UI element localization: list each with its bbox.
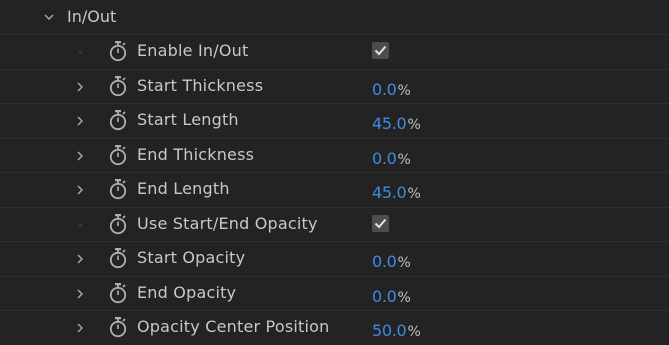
property-label: Start Length xyxy=(137,110,239,129)
property-label: Use Start/End Opacity xyxy=(137,213,318,233)
property-value[interactable]: 0.0% xyxy=(372,149,411,168)
property-value[interactable]: 0.0% xyxy=(372,80,411,99)
stopwatch-icon[interactable] xyxy=(108,144,128,166)
property-row-enable-in-out[interactable]: Enable In/Out xyxy=(0,35,669,70)
property-value[interactable]: 0.0% xyxy=(372,252,411,271)
value-unit: % xyxy=(397,289,411,306)
property-value[interactable]: 45.0% xyxy=(372,183,421,202)
value-unit: % xyxy=(407,186,421,202)
property-label: Enable In/Out xyxy=(137,41,249,60)
stopwatch-icon[interactable] xyxy=(108,40,128,62)
value-number[interactable]: 0.0 xyxy=(372,80,397,99)
chevron-right-icon[interactable] xyxy=(74,115,86,127)
value-number[interactable]: 0.0 xyxy=(372,287,397,306)
property-row-end-thickness[interactable]: End Thickness 0.0% xyxy=(0,139,669,173)
value-unit: % xyxy=(407,117,421,133)
group-header-in-out[interactable]: In/Out xyxy=(0,0,669,35)
chevron-right-icon[interactable] xyxy=(74,184,86,196)
property-row-end-opacity[interactable]: End Opacity 0.0% xyxy=(0,277,669,311)
property-value[interactable]: 50.0% xyxy=(372,321,421,340)
property-row-start-thickness[interactable]: Start Thickness 0.0% xyxy=(0,70,669,104)
property-label: Start Opacity xyxy=(137,248,246,267)
value-number[interactable]: 45.0 xyxy=(372,183,407,202)
property-row-end-length[interactable]: End Length 45.0% xyxy=(0,173,669,208)
property-row-opacity-center-position[interactable]: Opacity Center Position 50.0% xyxy=(0,311,669,345)
chevron-right-icon[interactable] xyxy=(74,150,86,162)
property-label: Opacity Center Position xyxy=(137,317,330,336)
property-label: End Length xyxy=(137,179,230,198)
property-row-use-start-end-opacity[interactable]: Use Start/End Opacity xyxy=(0,208,669,242)
stopwatch-icon[interactable] xyxy=(108,213,128,235)
stopwatch-icon[interactable] xyxy=(108,75,128,97)
no-twirl-dot xyxy=(79,51,82,54)
value-unit: % xyxy=(397,82,411,99)
value-unit: % xyxy=(407,324,421,340)
value-number[interactable]: 0.0 xyxy=(372,149,397,168)
property-row-start-length[interactable]: Start Length 45.0% xyxy=(0,104,669,139)
stopwatch-icon[interactable] xyxy=(108,282,128,304)
stopwatch-icon[interactable] xyxy=(108,109,128,131)
chevron-right-icon[interactable] xyxy=(74,81,86,93)
value-unit: % xyxy=(397,151,411,168)
property-value[interactable]: 0.0% xyxy=(372,287,411,306)
stopwatch-icon[interactable] xyxy=(108,178,128,200)
chevron-right-icon[interactable] xyxy=(74,288,86,300)
no-twirl-dot xyxy=(79,223,82,227)
effect-controls-panel: In/Out Enable In/Out Start Thickness 0.0% S… xyxy=(0,0,669,345)
chevron-right-icon[interactable] xyxy=(74,253,86,265)
property-checkbox[interactable] xyxy=(372,42,389,59)
group-label: In/Out xyxy=(67,7,117,26)
property-row-start-opacity[interactable]: Start Opacity 0.0% xyxy=(0,242,669,277)
value-number[interactable]: 50.0 xyxy=(372,321,407,340)
chevron-down-icon[interactable] xyxy=(43,11,55,23)
property-checkbox[interactable] xyxy=(372,214,389,232)
value-number[interactable]: 45.0 xyxy=(372,114,407,133)
property-label: Start Thickness xyxy=(137,75,264,95)
chevron-right-icon[interactable] xyxy=(74,322,86,334)
value-unit: % xyxy=(397,255,411,271)
value-number[interactable]: 0.0 xyxy=(372,252,397,271)
stopwatch-icon[interactable] xyxy=(108,247,128,269)
property-label: End Opacity xyxy=(137,282,237,302)
stopwatch-icon[interactable] xyxy=(108,316,128,338)
property-value[interactable]: 45.0% xyxy=(372,114,421,133)
property-label: End Thickness xyxy=(137,144,255,164)
